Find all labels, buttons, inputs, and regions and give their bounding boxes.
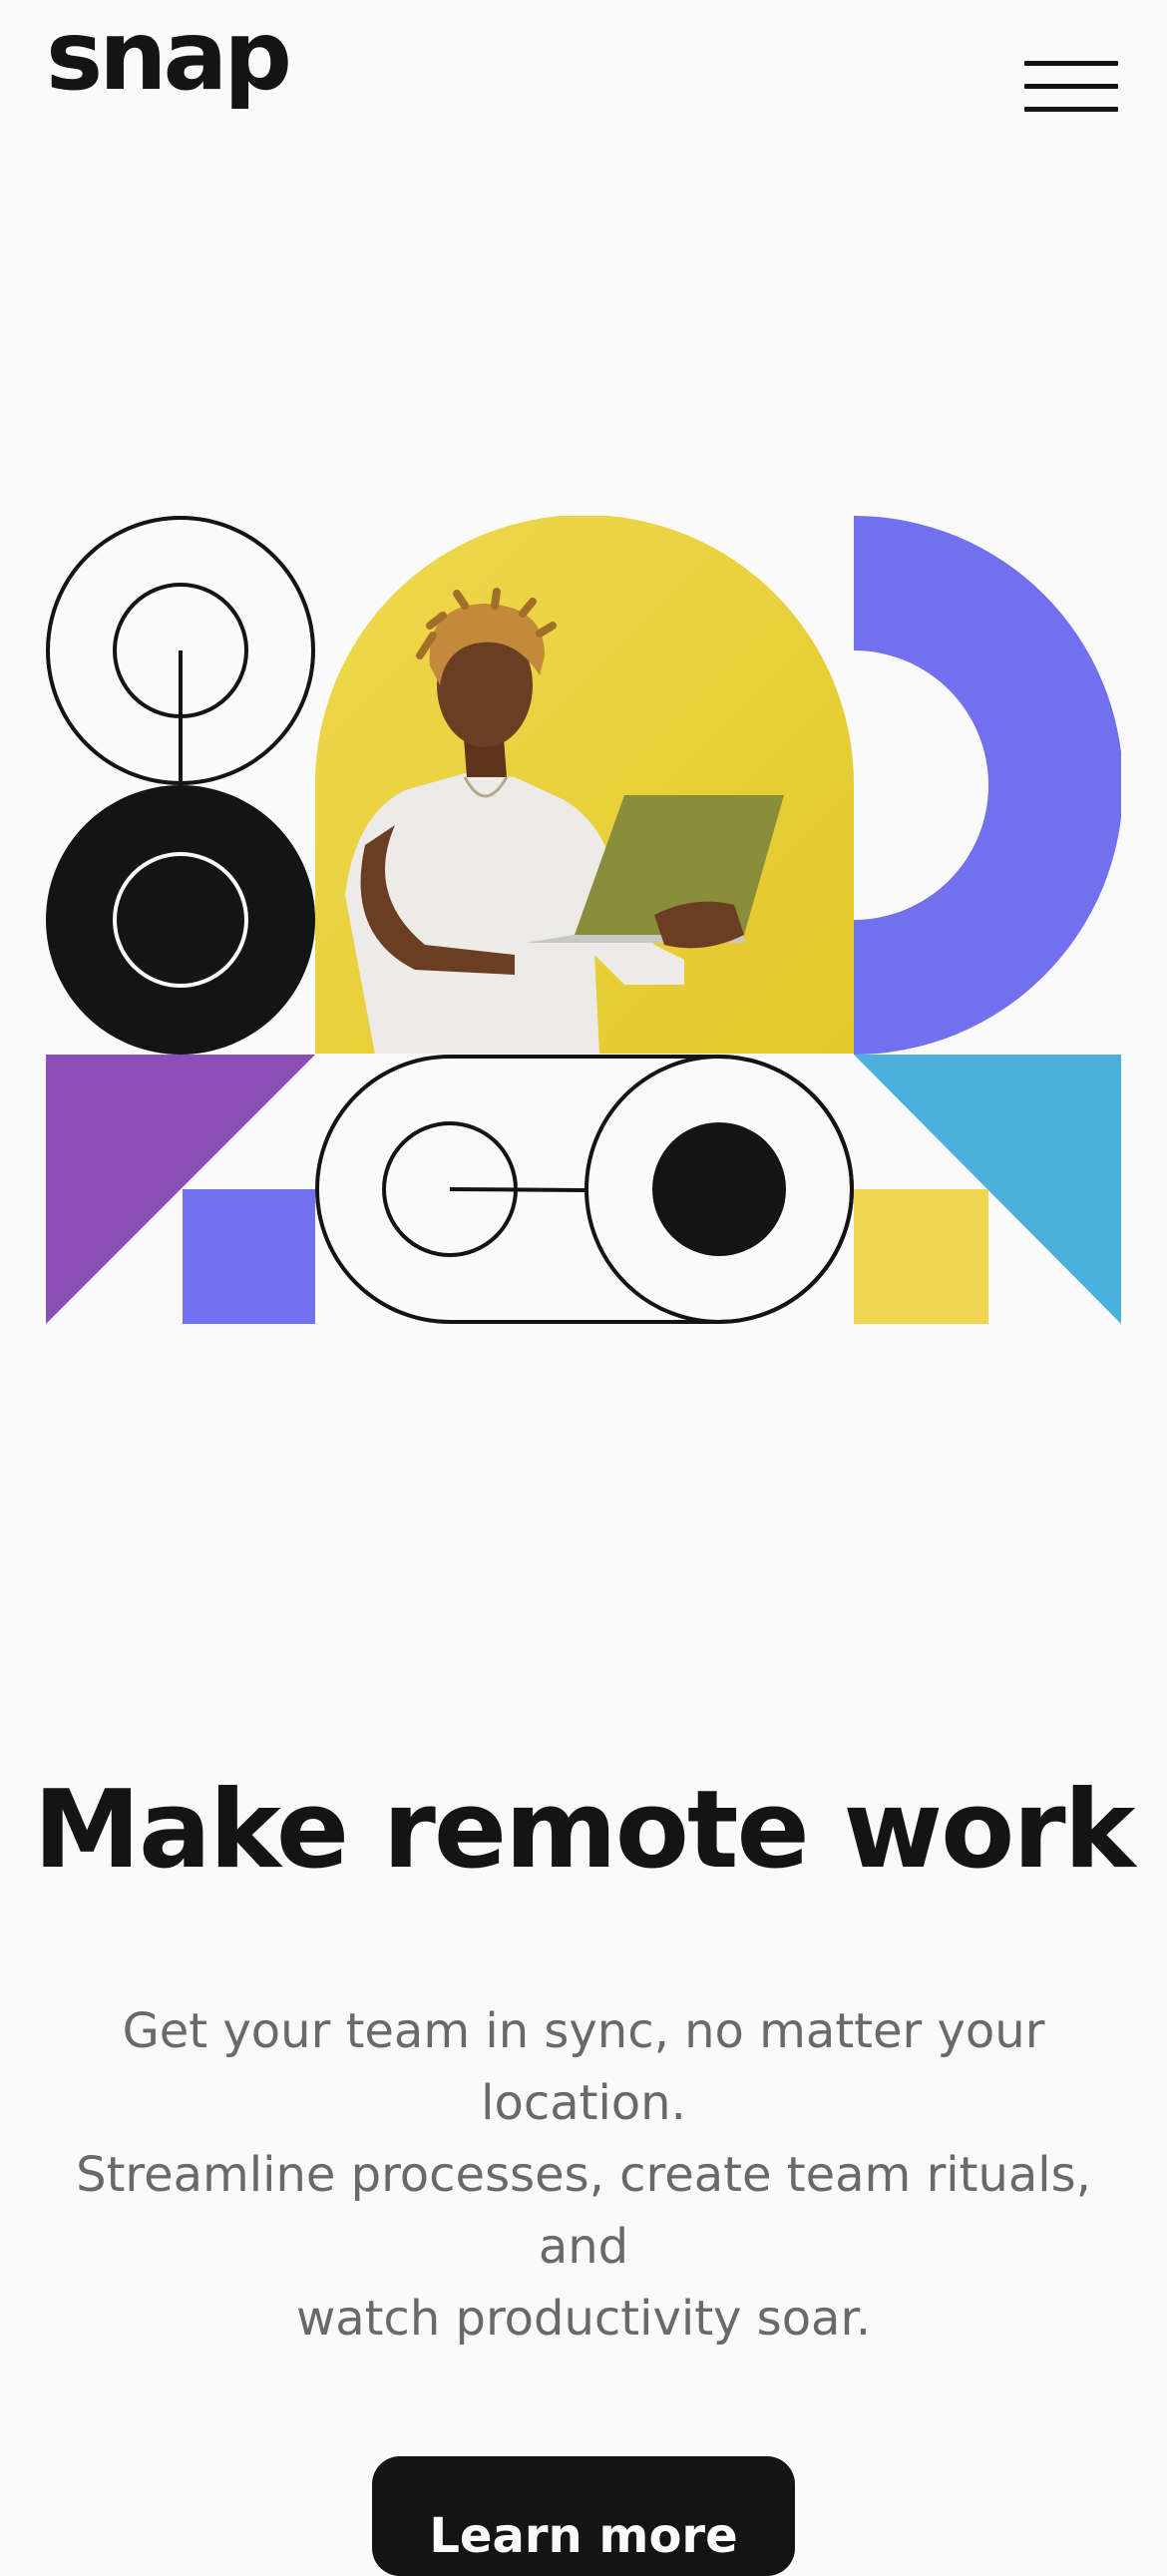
violet-square-shape [183,1189,315,1324]
hero-photo [315,516,854,1054]
menu-line-middle [1024,84,1118,89]
hero-description-line: Get your team in sync, no matter your [122,2003,1045,2059]
hero-description: Get your team in sync, no matter your lo… [55,1995,1112,2355]
violet-half-ring-shape [854,516,1121,1055]
logo[interactable]: snap [46,8,292,104]
hamburger-menu-icon[interactable] [1021,56,1121,120]
hero-headline: Make remote work [33,1768,1136,1893]
black-circle-icon [46,785,315,1055]
menu-line-top [1024,61,1118,66]
outline-circle-target-icon [46,516,315,785]
menu-line-bottom [1024,107,1118,112]
yellow-square-shape [854,1189,988,1324]
capsule-toggle-shape [315,1055,854,1324]
site-header: snap [0,0,1167,160]
hero-description-line: location. [481,2075,686,2131]
hero-illustration [46,516,1121,1324]
hero-description-line: and [538,2219,629,2275]
learn-more-button[interactable]: Learn more [372,2456,795,2576]
hero-graphic [46,516,1121,1324]
hero-description-line: Streamline processes, create team ritual… [76,2147,1091,2203]
hero-description-line: watch productivity soar. [295,2291,872,2347]
